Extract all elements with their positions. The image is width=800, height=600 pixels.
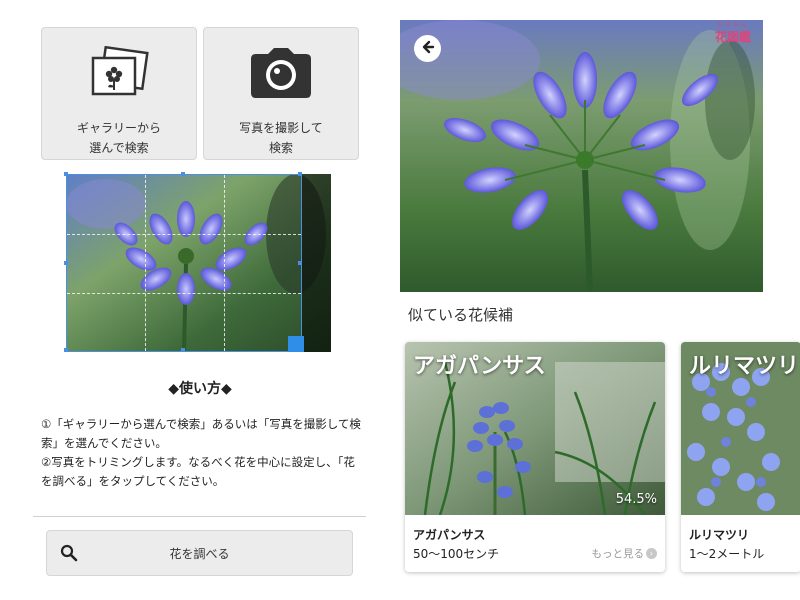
candidate-card[interactable]: アガパンサス 54.5% アガパンサス 50〜100センチ もっと見る › [405,342,665,572]
camera-search-button[interactable]: 写真を撮影して 検索 [203,27,359,160]
candidate-card[interactable]: ルリマツリ ルリマツリ 1〜2メートル [681,342,800,572]
camera-icon [248,46,314,100]
candidate-name: アガパンサス [413,528,486,542]
howto-step-1: ①「ギャラリーから選んで検索」あるいは「写真を撮影して検索」を選んでください。 [41,417,361,450]
gallery-search-label: ギャラリーから 選んで検索 [76,121,161,155]
candidate-size: 1〜2メートル [689,547,765,561]
hero-photo [400,20,763,292]
arrow-left-icon [420,39,436,59]
camera-search-label: 写真を撮影して 検索 [239,121,323,155]
match-percentage: 54.5% [615,492,657,507]
search-panel: ギャラリーから 選んで検索 写真を撮影して 検索 ◆使い方◆ ①「ギャラリーから… [0,0,400,600]
candidate-size: 50〜100センチ [413,547,500,561]
candidate-name: ルリマツリ [689,528,750,542]
photo-gallery-icon [87,46,151,100]
app-logo: かずかん 花図鑑 [710,22,756,44]
flower-search-screen: ギャラリーから 選んで検索 写真を撮影して 検索 ◆使い方◆ ①「ギャラリーから… [0,0,800,600]
candidate-overlay-name: ルリマツリ [689,354,800,379]
howto-instructions: ①「ギャラリーから選んで検索」あるいは「写真を撮影して検索」を選んでください。 … [41,415,361,491]
search-flower-button[interactable]: 花を調べる [46,530,353,576]
crop-resize-handle[interactable] [288,336,304,352]
see-more-label: もっと見る [591,548,645,560]
see-more-link[interactable]: もっと見る › [591,546,657,561]
logo-ruby: かずかん [716,22,749,29]
howto-step-2: ②写真をトリミングします。なるべく花を中心に設定し、「花を調べる」をタップしてく… [41,455,355,488]
crop-frame[interactable] [64,172,302,352]
search-flower-label: 花を調べる [169,547,230,561]
gallery-search-button[interactable]: ギャラリーから 選んで検索 [41,27,197,160]
howto-title: ◆使い方◆ [168,381,232,397]
back-button[interactable] [414,35,441,62]
candidate-overlay-name: アガパンサス [413,354,546,379]
crop-outside-mask [302,174,331,352]
logo-text: 花図鑑 [714,30,751,44]
similar-flowers-title: 似ている花候補 [408,306,514,324]
crop-area[interactable] [64,172,331,352]
divider [33,516,366,517]
chevron-right-icon: › [646,548,657,559]
